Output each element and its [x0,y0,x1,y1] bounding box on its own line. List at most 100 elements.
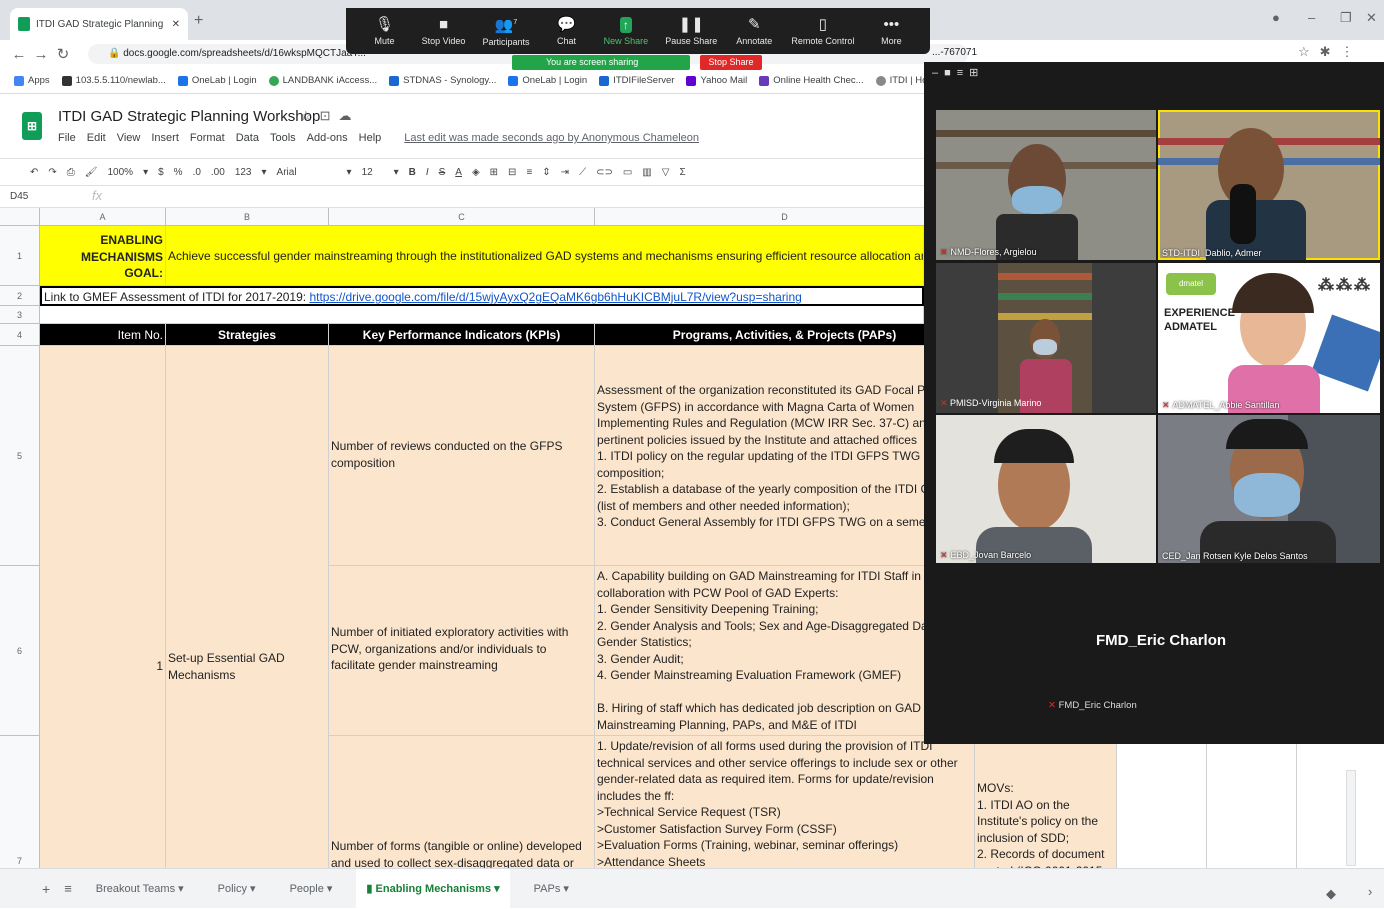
header-paps[interactable]: Programs, Activities, & Projects (PAPs) [595,324,975,346]
pap-cell-row6[interactable]: A. Capability building on GAD Mainstream… [595,566,975,736]
kpi-cell-row5[interactable]: Number of reviews conducted on the GFPS … [329,346,595,566]
borders-icon[interactable]: ⊞ [490,167,498,178]
valign-icon[interactable]: ⇕ [542,167,550,178]
row-header-5[interactable]: 5 [0,346,40,566]
menu-view[interactable]: View [117,132,141,144]
italic-icon[interactable]: I [426,167,429,178]
pap-cell-row5[interactable]: Assessment of the organization reconstit… [595,346,975,566]
comment-icon[interactable]: ▭ [623,167,632,178]
menu-edit[interactable]: Edit [87,132,106,144]
decrease-decimal-button[interactable]: .0 [193,167,201,178]
profile-icon[interactable]: ● [1272,10,1280,25]
menu-help[interactable]: Help [359,132,382,144]
video-tile-abbie[interactable]: dmatel EXPERIENCE ADMATEL ⁂⁂⁂ ✕ ADMATEL_A… [1158,263,1380,413]
document-title[interactable]: ITDI GAD Strategic Planning Workshop [58,108,320,125]
side-panel-toggle-icon[interactable]: › [1368,884,1372,899]
menu-tools[interactable]: Tools [270,132,296,144]
menu-addons[interactable]: Add-ons [307,132,348,144]
chat-button[interactable]: 💬 Chat [547,16,587,46]
bookmark-stdnas[interactable]: STDNAS - Synology... [389,75,496,86]
rotate-icon[interactable]: ⟋ [579,167,586,178]
video-tile-jan[interactable]: CED_Jan Rotsen Kyle Delos Santos [1158,415,1380,563]
sheet-tab-breakout-teams[interactable]: Breakout Teams ▾ [86,869,194,909]
column-header-c[interactable]: C [329,208,595,226]
sheet-tab-people[interactable]: People ▾ [280,869,343,909]
sheet-tab-paps[interactable]: PAPs ▾ [524,869,579,909]
participants-button[interactable]: 👥7 Participants [482,15,529,48]
goal-label-cell[interactable]: ENABLING MECHANISMS GOAL: [40,226,166,286]
mov-cell-row7[interactable]: MOVs: 1. ITDI AO on the Institute's poli… [975,736,1117,868]
close-tab-icon[interactable]: ✕ [172,19,180,30]
bookmark-landbank[interactable]: LANDBANK iAccess... [268,75,377,86]
explore-icon[interactable]: ◆ [1326,886,1336,902]
currency-button[interactable]: $ [158,167,164,178]
percent-button[interactable]: % [174,167,183,178]
kpi-cell-row7[interactable]: Number of forms (tangible or online) dev… [329,736,595,868]
strikethrough-icon[interactable]: S [439,167,446,178]
goal-text-cell[interactable]: Achieve successful gender mainstreaming … [166,226,924,286]
row-header-6[interactable]: 6 [0,566,40,736]
pause-share-button[interactable]: ❚❚ Pause Share [665,16,717,46]
bookmark-fileserver[interactable]: ITDIFileServer [599,75,674,86]
new-tab-icon[interactable]: + [194,12,203,30]
bookmark-yahoo[interactable]: Yahoo Mail [686,75,747,86]
stop-share-button[interactable]: Stop Share [700,55,762,70]
column-header-d[interactable]: D [595,208,975,226]
more-button[interactable]: ••• More [871,16,911,46]
menu-format[interactable]: Format [190,132,225,144]
fill-color-icon[interactable]: ◈ [472,167,480,178]
merge-cells-icon[interactable]: ⊟ [508,167,516,178]
maximize-icon[interactable]: ❐ [1340,10,1352,26]
bookmark-apps[interactable]: Apps [14,75,50,86]
paint-format-icon[interactable]: 🖌 [85,167,98,178]
bookmark-health[interactable]: Online Health Chec... [759,75,864,86]
column-header-a[interactable]: A [40,208,166,226]
browser-tab[interactable]: ITDI GAD Strategic Planning Wor ✕ [10,8,188,40]
back-icon[interactable]: ← [8,46,30,63]
sheet-tab-policy[interactable]: Policy ▾ [208,869,266,909]
row-header-2[interactable]: 2 [0,286,40,306]
select-all-corner[interactable] [0,208,40,226]
menu-file[interactable]: File [58,132,76,144]
empty-cell[interactable] [1207,736,1297,868]
pap-cell-row7[interactable]: 1. Update/revision of all forms used dur… [595,736,975,868]
undo-icon[interactable]: ↶ [30,167,38,178]
view-layout-icons[interactable]: –■≡⊞ [932,66,984,79]
all-sheets-icon[interactable]: ≡ [64,881,72,896]
video-tile-admer[interactable]: STD-ITDI_Dablio, Admer [1158,110,1380,260]
bookmark-onelab[interactable]: OneLab | Login [177,75,257,86]
kpi-cell-row6[interactable]: Number of initiated exploratory activiti… [329,566,595,736]
minimize-icon[interactable]: – [1308,10,1315,25]
gmef-link[interactable]: https://drive.google.com/file/d/15wjyAyx… [309,290,801,304]
mute-button[interactable]: 🎙 Mute [365,16,405,46]
header-strategies[interactable]: Strategies [166,324,329,346]
empty-cell[interactable] [1117,736,1207,868]
vertical-scrollbar[interactable] [1346,770,1356,866]
header-item-no[interactable]: Item No. [40,324,166,346]
new-share-button[interactable]: ↑ New Share [604,16,648,46]
reload-icon[interactable]: ↻ [52,45,74,63]
strategy-cell[interactable]: Set-up Essential GAD Mechanisms [166,346,329,868]
filter-icon[interactable]: ▽ [662,167,670,178]
video-tile-jovan[interactable]: ✕ EBD_Jovan Barcelo [936,415,1156,563]
print-icon[interactable]: ⎙ [67,167,75,178]
font-select[interactable]: Arial [277,167,337,178]
add-sheet-icon[interactable]: + [42,881,50,897]
column-header-b[interactable]: B [166,208,329,226]
row-header-7[interactable]: 7 [0,736,40,868]
link-icon[interactable]: ⊂⊃ [596,167,613,178]
last-edit-link[interactable]: Last edit was made seconds ago by Anonym… [404,132,699,144]
annotate-button[interactable]: ✎ Annotate [734,16,774,46]
sheets-logo-icon[interactable]: ⊞ [22,112,42,140]
menu-insert[interactable]: Insert [151,132,179,144]
align-icon[interactable]: ≡ [526,167,532,178]
header-kpis[interactable]: Key Performance Indicators (KPIs) [329,324,595,346]
menu-data[interactable]: Data [236,132,259,144]
more-formats-button[interactable]: 123 [235,167,252,178]
row-header-4[interactable]: 4 [0,324,40,346]
bookmark-newlab[interactable]: 103.5.5.110/newlab... [61,75,166,86]
bold-icon[interactable]: B [409,167,416,178]
close-window-icon[interactable]: ✕ [1366,10,1377,26]
gmef-link-cell[interactable]: Link to GMEF Assessment of ITDI for 2017… [40,286,924,306]
video-tile-virginia[interactable] [998,263,1092,413]
